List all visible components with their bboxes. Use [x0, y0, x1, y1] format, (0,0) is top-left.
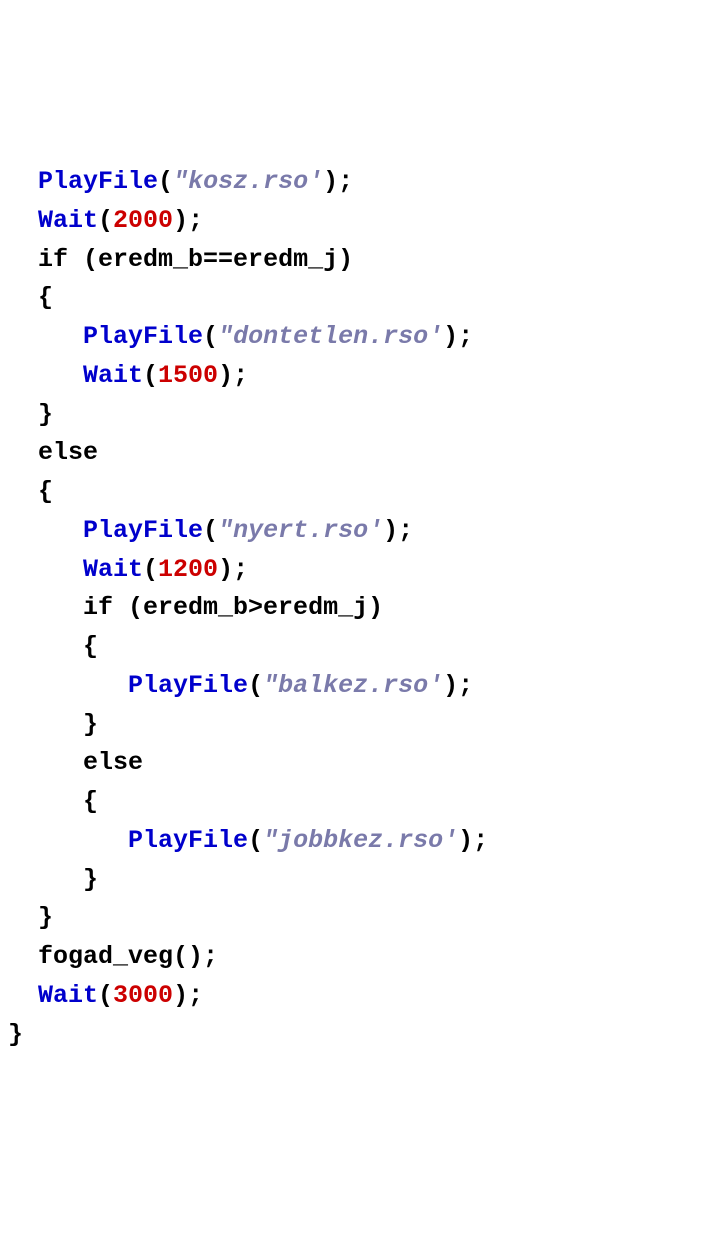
code-line: PlayFile("kosz.rso'); [8, 163, 695, 202]
code-token: ( [98, 206, 113, 235]
code-token: ); [443, 322, 473, 351]
code-line: } [8, 396, 695, 435]
code-line: PlayFile("nyert.rso'); [8, 512, 695, 551]
code-line: else [8, 434, 695, 473]
code-token: } [38, 903, 53, 932]
code-token: ); [173, 206, 203, 235]
code-token: else [38, 438, 98, 467]
code-line: } [8, 1016, 695, 1055]
code-token: PlayFile [128, 671, 248, 700]
code-token: Wait [38, 206, 98, 235]
code-token: ( [248, 826, 263, 855]
code-line: Wait(2000); [8, 202, 695, 241]
code-token: "kosz.rso' [173, 167, 323, 196]
code-token: Wait [38, 981, 98, 1010]
code-token: (eredm_b>eredm_j) [113, 593, 383, 622]
code-token: if [83, 593, 113, 622]
code-token: fogad_veg(); [38, 942, 218, 971]
code-line: PlayFile("balkez.rso'); [8, 667, 695, 706]
code-token: Wait [83, 361, 143, 390]
code-line: Wait(1200); [8, 551, 695, 590]
code-line: Wait(3000); [8, 977, 695, 1016]
code-token: { [38, 477, 53, 506]
code-line: if (eredm_b==eredm_j) [8, 241, 695, 280]
code-token: ); [443, 671, 473, 700]
code-line: { [8, 783, 695, 822]
code-token: PlayFile [83, 322, 203, 351]
code-token: } [38, 400, 53, 429]
code-token: ( [203, 516, 218, 545]
code-token: ); [218, 361, 248, 390]
code-token: ( [248, 671, 263, 700]
code-token: { [38, 283, 53, 312]
code-line: Wait(1500); [8, 357, 695, 396]
code-token: PlayFile [83, 516, 203, 545]
code-token: ); [173, 981, 203, 1010]
code-token: PlayFile [38, 167, 158, 196]
code-token: ); [323, 167, 353, 196]
code-token: PlayFile [128, 826, 248, 855]
code-token: "balkez.rso' [263, 671, 443, 700]
code-token: "jobbkez.rso' [263, 826, 458, 855]
code-token: 1200 [158, 555, 218, 584]
code-token: "dontetlen.rso' [218, 322, 443, 351]
code-line: fogad_veg(); [8, 938, 695, 977]
code-line: PlayFile("jobbkez.rso'); [8, 822, 695, 861]
code-token: ( [98, 981, 113, 1010]
code-token: ( [158, 167, 173, 196]
code-line: { [8, 279, 695, 318]
code-token: { [83, 632, 98, 661]
code-token: ( [143, 555, 158, 584]
code-token: Wait [83, 555, 143, 584]
code-token: if [38, 245, 68, 274]
code-line: { [8, 628, 695, 667]
code-token: ( [203, 322, 218, 351]
code-token: 2000 [113, 206, 173, 235]
code-token: 1500 [158, 361, 218, 390]
code-token: 3000 [113, 981, 173, 1010]
code-token: ( [143, 361, 158, 390]
code-token: { [83, 787, 98, 816]
code-line: } [8, 706, 695, 745]
code-line: PlayFile("dontetlen.rso'); [8, 318, 695, 357]
code-line: if (eredm_b>eredm_j) [8, 589, 695, 628]
code-line: } [8, 899, 695, 938]
code-token: "nyert.rso' [218, 516, 383, 545]
code-token: ); [383, 516, 413, 545]
code-token: } [8, 1020, 23, 1049]
code-token: } [83, 710, 98, 739]
code-line: } [8, 861, 695, 900]
code-token: (eredm_b==eredm_j) [68, 245, 353, 274]
code-token: ); [458, 826, 488, 855]
code-block: PlayFile("kosz.rso'); Wait(2000); if (er… [8, 163, 695, 1054]
code-token: else [83, 748, 143, 777]
code-line: else [8, 744, 695, 783]
code-line: { [8, 473, 695, 512]
code-token: ); [218, 555, 248, 584]
code-token: } [83, 865, 98, 894]
